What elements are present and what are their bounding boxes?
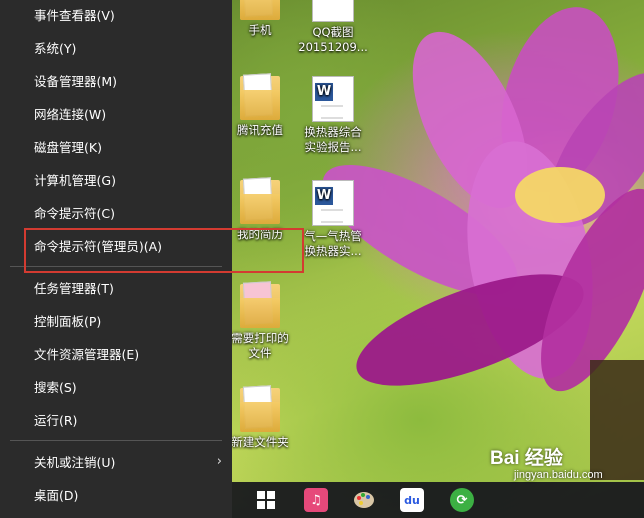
desktop-icon-label-line2: 换热器实... [304,244,362,258]
menu-item-file-explorer[interactable]: 文件资源管理器(E) [0,337,232,370]
menu-item-event-viewer[interactable]: 事件查看器(V) [0,0,232,31]
folder-icon [240,76,280,120]
folder-icon [240,0,280,20]
desktop-icon-dayin[interactable]: 需要打印的 文件 [225,284,295,361]
menu-item-label: 任务管理器(T) [34,281,114,296]
menu-item-label: 命令提示符(C) [34,206,115,221]
menu-item-system[interactable]: 系统(Y) [0,31,232,64]
menu-item-run[interactable]: 运行(R) [0,403,232,436]
menu-item-disk-management[interactable]: 磁盘管理(K) [0,130,232,163]
folder-icon [240,388,280,432]
desktop-icon-label-line1: QQ截图 [312,25,354,39]
desktop-icon-label-line1: 需要打印的 [231,331,289,345]
word-document-icon: W [312,180,354,226]
desktop-icon-label-line1: 换热器综合 [304,125,362,139]
menu-item-label: 关机或注销(U) [34,455,116,470]
menu-item-label: 搜索(S) [34,380,77,395]
menu-item-command-prompt[interactable]: 命令提示符(C) [0,196,232,229]
desktop-icon-label-line1: 气—气热管 [304,229,362,243]
menu-item-label: 文件资源管理器(E) [34,347,140,362]
baidu-jingyan-watermark: Bai 经验 [490,448,563,469]
folder-icon [240,180,280,224]
menu-item-label: 运行(R) [34,413,78,428]
menu-item-shutdown-signout[interactable]: 关机或注销(U) › [0,445,232,478]
annotation-highlight-box [24,228,304,273]
desktop-icon-shouji[interactable]: 手机 [225,0,295,38]
desktop-icon-label: 腾讯充值 [237,123,283,137]
menu-item-label: 网络连接(W) [34,107,107,122]
desktop-icon-qiqi-heatpipe[interactable]: W 气—气热管 换热器实... [298,180,368,259]
menu-item-control-panel[interactable]: 控制面板(P) [0,304,232,337]
desktop-icon-label: 手机 [248,23,272,37]
menu-item-label: 事件查看器(V) [34,8,115,23]
menu-item-label: 控制面板(P) [34,314,102,329]
desktop-icon-tengxun[interactable]: 腾讯充值 [225,76,295,138]
menu-item-label: 磁盘管理(K) [34,140,102,155]
chevron-right-icon: › [216,454,222,469]
menu-item-label: 计算机管理(G) [34,173,116,188]
baidu-icon-text: du [404,493,420,507]
desktop-icon-label-line2: 实验报告... [304,140,362,154]
menu-item-label: 系统(Y) [34,41,77,56]
desktop-icon-xinjian[interactable]: 新建文件夹 [225,388,295,450]
desktop-icon-huanre-report[interactable]: W 换热器综合 实验报告... [298,76,368,155]
menu-item-network-connections[interactable]: 网络连接(W) [0,97,232,130]
menu-item-label: 设备管理器(M) [34,74,118,89]
desktop-icon-label: 新建文件夹 [231,435,289,449]
image-file-icon [312,0,354,22]
menu-item-computer-management[interactable]: 计算机管理(G) [0,163,232,196]
music-app-icon[interactable]: ♫ [304,488,328,512]
word-document-icon: W [312,76,354,122]
menu-item-search[interactable]: 搜索(S) [0,370,232,403]
watermark-url: jingyan.baidu.com [514,469,603,481]
paint-icon[interactable] [352,488,376,512]
menu-item-desktop[interactable]: 桌面(D) [0,478,232,511]
windows-start-icon[interactable] [254,488,278,512]
menu-divider [10,440,222,441]
folder-icon [240,284,280,328]
taskbar: ♫ du ⟳ [232,482,644,518]
menu-item-device-manager[interactable]: 设备管理器(M) [0,64,232,97]
refresh-icon[interactable]: ⟳ [450,488,474,512]
desktop-icon-label-line2: 文件 [248,346,272,360]
baidu-icon[interactable]: du [400,488,424,512]
desktop-icon-qq-screenshot[interactable]: QQ截图 20151209... [298,0,368,55]
desktop-icon-label-line2: 20151209... [298,40,368,54]
menu-item-label: 桌面(D) [34,488,79,503]
menu-item-task-manager[interactable]: 任务管理器(T) [0,271,232,304]
